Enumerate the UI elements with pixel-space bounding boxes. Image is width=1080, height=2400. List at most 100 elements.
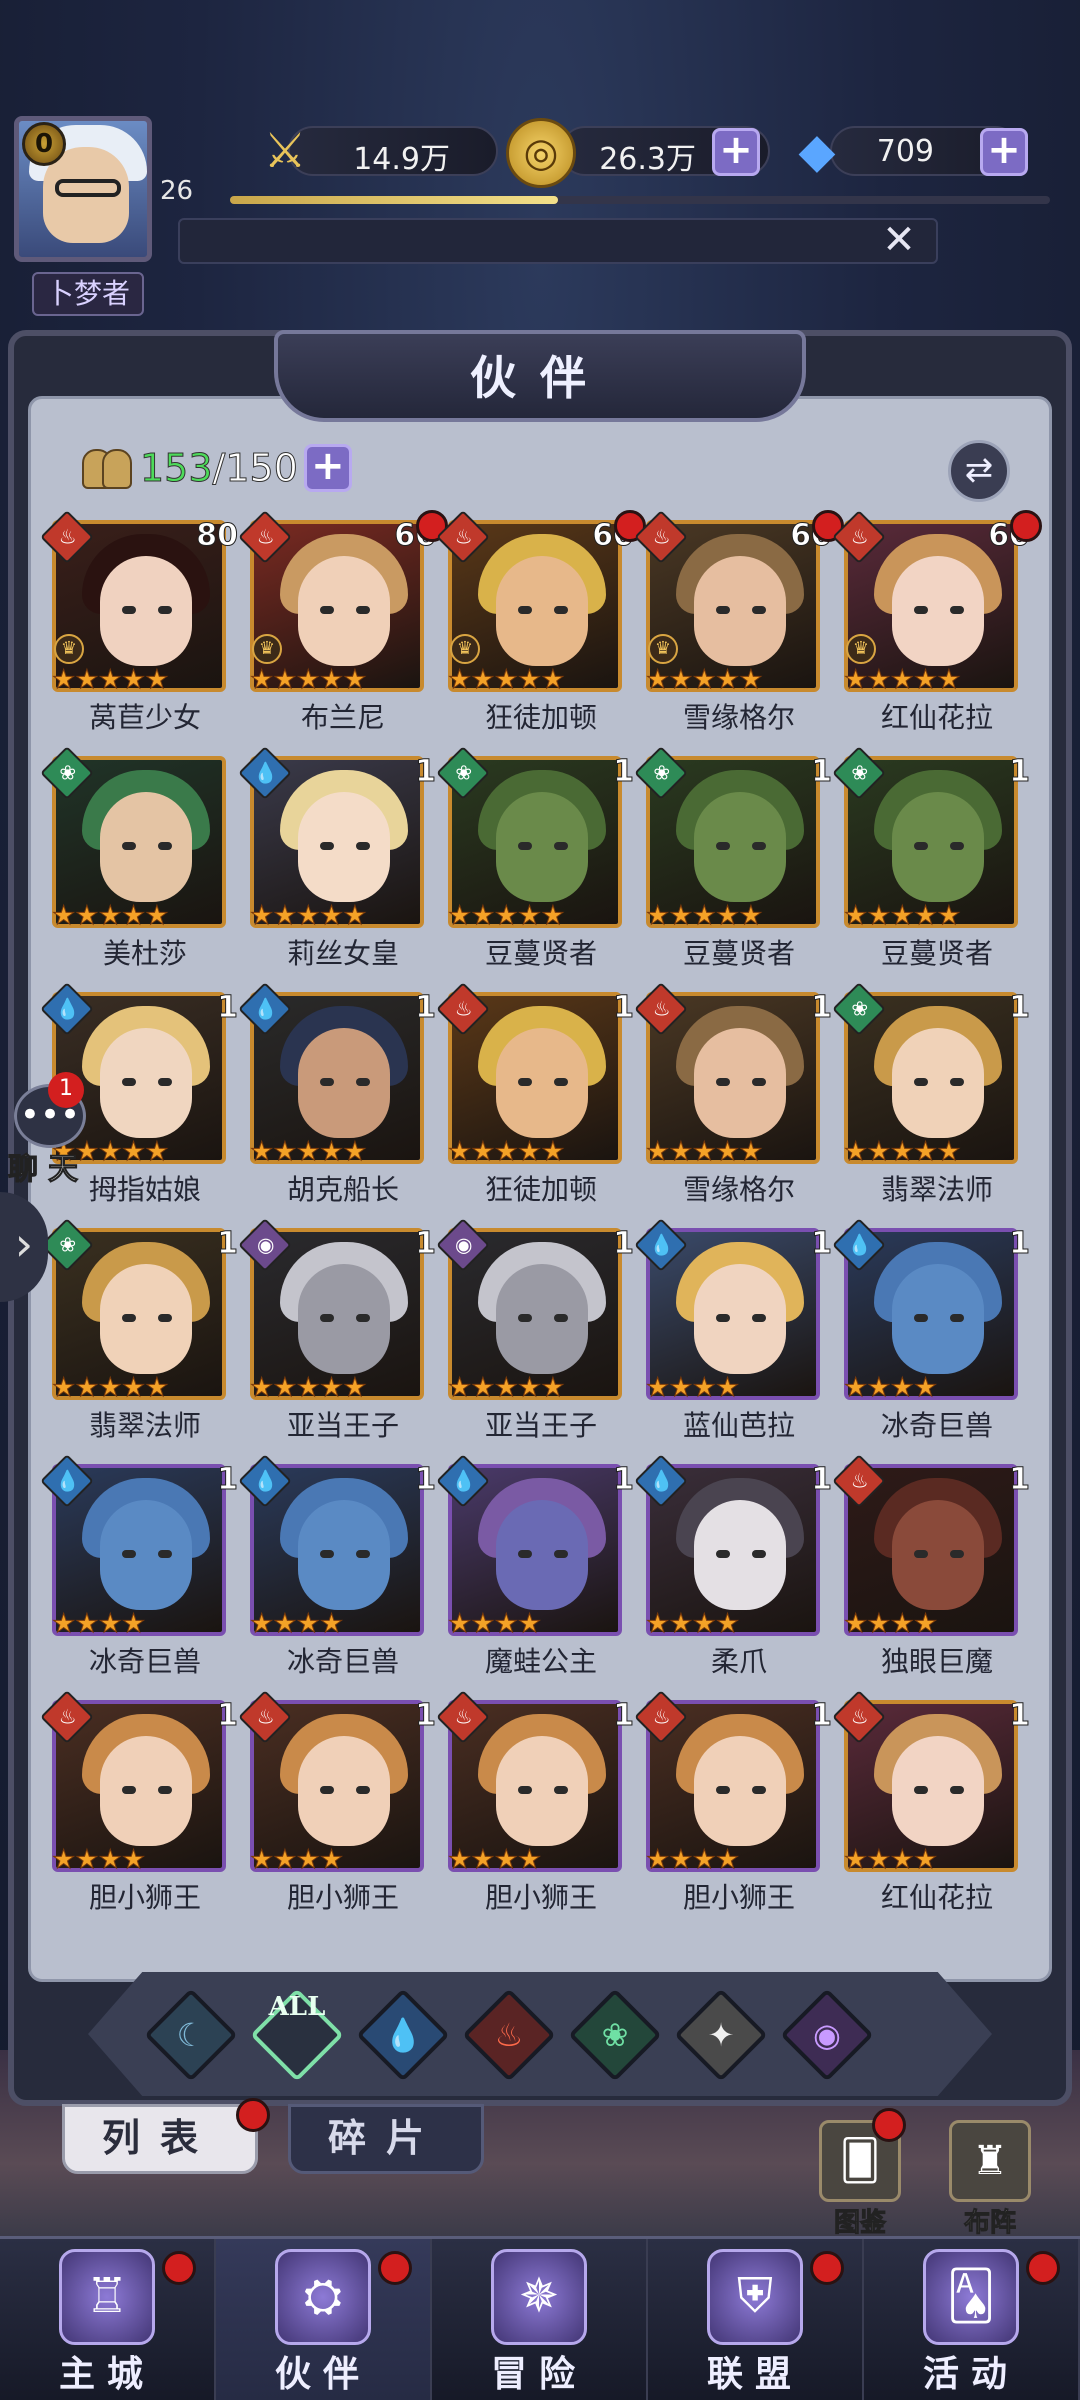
partner-count-current: 153 — [140, 446, 214, 491]
panel-title: 伙伴 — [470, 351, 610, 405]
hero-stars: ★★★★★ — [250, 665, 368, 695]
flame-icon[interactable]: ♨ — [462, 1988, 556, 2082]
water-drop-icon[interactable]: 💧 — [356, 1988, 450, 2082]
hero-stars: ★★★★ — [447, 1845, 542, 1875]
hero-stars: ★★★★ — [447, 1609, 542, 1639]
nav-adventure[interactable]: ✵ 冒险 — [432, 2239, 648, 2400]
xp-bar-fill — [230, 196, 558, 204]
hero-card[interactable]: ♨ 1 ★★★★ 胆小狮王 — [436, 1690, 640, 1914]
nav-red-dot — [810, 2251, 844, 2285]
hero-card[interactable]: ❀ ★★★★★ 美杜莎 — [40, 746, 244, 970]
hero-card[interactable]: 💧 1 ★★★★ 魔蛙公主 — [436, 1454, 640, 1678]
expand-capacity-button[interactable]: + — [303, 444, 352, 492]
hero-level: 1 — [415, 1462, 437, 1498]
nav-alliance[interactable]: ⛨ 联盟 — [648, 2239, 864, 2400]
hero-card[interactable]: ❀ 1 ★★★★★ 翡翠法师 — [40, 1218, 244, 1442]
tab-fragments[interactable]: 碎片 — [288, 2104, 484, 2174]
hero-level: 1 — [1009, 754, 1031, 790]
hero-name: 翡翠法师 — [880, 1173, 993, 1206]
tab-list[interactable]: 列表 — [62, 2104, 258, 2174]
diamond-value: 709 — [876, 134, 934, 169]
partner-count: 153/150 + — [82, 440, 352, 496]
hero-card[interactable]: 💧 1 ★★★★★ 莉丝女皇 — [238, 746, 442, 970]
formation-chess-icon: ♜ — [949, 2120, 1031, 2202]
hero-name: 红仙花拉 — [880, 701, 993, 734]
hero-card[interactable]: 💧 1 ★★★★ 冰奇巨兽 — [832, 1218, 1036, 1442]
hero-level: 1 — [415, 754, 437, 790]
hero-card[interactable]: ♨ 1 ★★★★ 胆小狮王 — [238, 1690, 442, 1914]
hero-grid: ♨ 80 ♛ ★★★★★ 莴苣少女 ♨ 66 ♛ ★★★★★ 布兰尼 ♨ 60 ♛ ★★★★★ 狂徒加顿… — [40, 510, 1042, 1914]
hero-card[interactable]: ◉ 1 ★★★★★ 亚当王子 — [238, 1218, 442, 1442]
hero-card[interactable]: ♨ 1 ★★★★ 胆小狮王 — [634, 1690, 838, 1914]
formation-label: 布阵 — [963, 2208, 1016, 2239]
hero-card[interactable]: 💧 1 ★★★★ 冰奇巨兽 — [238, 1454, 442, 1678]
nav-events[interactable]: 🂡 活动 — [864, 2239, 1080, 2400]
hero-stars: ★★★★★ — [844, 665, 962, 695]
wind-swirl-icon[interactable]: ❀ — [568, 1988, 662, 2082]
hero-name: 豆蔓贤者 — [484, 937, 597, 970]
crown-icon: ♛ — [54, 634, 84, 664]
hero-card[interactable]: 💧 1 ★★★★ 蓝仙芭拉 — [634, 1218, 838, 1442]
hero-card[interactable]: 💧 1 ★★★★★ 胡克船长 — [238, 982, 442, 1206]
hero-stars: ★★★★★ — [250, 1373, 368, 1403]
castle-icon: ♖ — [59, 2249, 155, 2345]
hero-stars: ★★★★ — [645, 1845, 740, 1875]
hero-card[interactable]: ♨ 1 ★★★★ 胆小狮王 — [40, 1690, 244, 1914]
add-gold-button[interactable]: + — [712, 128, 760, 176]
cards-icon: 🂡 — [923, 2249, 1019, 2345]
hero-name: 亚当王子 — [484, 1409, 597, 1442]
hero-level: 1 — [811, 1462, 833, 1498]
hero-card[interactable]: ♨ 1 ★★★★★ 雪缘格尔 — [634, 982, 838, 1206]
crown-icon: ♛ — [846, 634, 876, 664]
hero-card[interactable]: ❀ 1 ★★★★★ 豆蔓贤者 — [634, 746, 838, 970]
hero-stars: ★★★★ — [249, 1609, 344, 1639]
hero-level: 1 — [613, 990, 635, 1026]
hero-card[interactable]: 💧 1 ★★★★ 冰奇巨兽 — [40, 1454, 244, 1678]
hero-card[interactable]: ♨ 80 ♛ ★★★★★ 莴苣少女 — [40, 510, 244, 734]
player-rank-label: 卜梦者 — [32, 272, 144, 316]
chat-button[interactable]: ••• 1 聊天 — [0, 1072, 92, 1188]
hero-name: 蓝仙芭拉 — [682, 1409, 795, 1442]
bottom-navigation: ♖ 主城 ⛭ 伙伴 ✵ 冒险 ⛨ 联盟 🂡 活动 — [0, 2236, 1080, 2400]
hero-card[interactable]: ♨ 1 ★★★★ 红仙花拉 — [832, 1690, 1036, 1914]
hero-card[interactable]: 💧 1 ★★★★ 柔爪 — [634, 1454, 838, 1678]
hero-stars: ★★★★★ — [250, 1137, 368, 1167]
crown-icon: ♛ — [648, 634, 678, 664]
formation-button[interactable]: ♜ 布阵 — [936, 2120, 1044, 2239]
hero-card[interactable]: ♨ 66 ♛ ★★★★★ 布兰尼 — [238, 510, 448, 734]
close-notice-icon[interactable]: ✕ — [876, 218, 922, 264]
hero-name: 狂徒加顿 — [484, 701, 597, 734]
hero-card[interactable]: ♨ 1 ★★★★ 独眼巨魔 — [832, 1454, 1036, 1678]
hero-name: 冰奇巨兽 — [286, 1645, 399, 1678]
add-diamond-button[interactable]: + — [980, 128, 1028, 176]
nav-red-dot — [162, 2251, 196, 2285]
hero-card[interactable]: ♨ 1 ★★★★★ 狂徒加顿 — [436, 982, 640, 1206]
chat-unread-badge: 1 — [48, 1072, 84, 1108]
hero-card[interactable]: ♨ 60 ♛ ★★★★★ 红仙花拉 — [832, 510, 1042, 734]
hero-level: 1 — [217, 990, 239, 1026]
crescent-element-icon[interactable]: ☾ — [144, 1988, 238, 2082]
star-burst-icon[interactable]: ✦ — [674, 1988, 768, 2082]
eye-void-icon[interactable]: ◉ — [780, 1988, 874, 2082]
tab-list-red-dot — [236, 2098, 270, 2132]
hero-level: 1 — [613, 754, 635, 790]
hero-card[interactable]: ❀ 1 ★★★★★ 豆蔓贤者 — [832, 746, 1036, 970]
hero-level: 1 — [1009, 1698, 1031, 1734]
hero-stars: ★★★★ — [645, 1373, 740, 1403]
hero-stars: ★★★★ — [249, 1845, 344, 1875]
hero-name: 狂徒加顿 — [484, 1173, 597, 1206]
nav-red-dot — [1026, 2251, 1060, 2285]
hero-card[interactable]: ♨ 60 ♛ ★★★★★ 雪缘格尔 — [634, 510, 844, 734]
hero-name: 亚当王子 — [286, 1409, 399, 1442]
hero-card[interactable]: ◉ 1 ★★★★★ 亚当王子 — [436, 1218, 640, 1442]
nav-city[interactable]: ♖ 主城 — [0, 2239, 216, 2400]
hero-card[interactable]: ❀ 1 ★★★★★ 豆蔓贤者 — [436, 746, 640, 970]
hero-name: 冰奇巨兽 — [88, 1645, 201, 1678]
nav-partner[interactable]: ⛭ 伙伴 — [216, 2239, 432, 2400]
sort-toggle-button[interactable]: ⇄ — [948, 440, 1010, 502]
all-filter-icon[interactable]: ALL — [250, 1988, 344, 2082]
hero-card[interactable]: ♨ 60 ♛ ★★★★★ 狂徒加顿 — [436, 510, 646, 734]
hero-card[interactable]: ❀ 1 ★★★★★ 翡翠法师 — [832, 982, 1036, 1206]
hero-stars: ★★★★★ — [448, 1373, 566, 1403]
nav-label: 活动 — [922, 2353, 1019, 2395]
